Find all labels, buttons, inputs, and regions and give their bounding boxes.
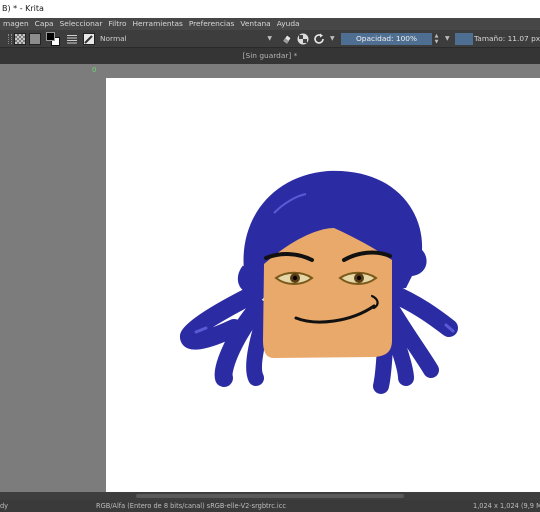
preserve-alpha-icon[interactable] bbox=[297, 33, 309, 45]
toolbar-grip[interactable] bbox=[8, 34, 12, 44]
horizontal-scrollbar[interactable] bbox=[0, 492, 540, 500]
status-ready: dy bbox=[0, 502, 9, 510]
opacity-stepper[interactable]: ▲ ▼ bbox=[433, 33, 440, 45]
foreground-color[interactable] bbox=[46, 32, 55, 41]
brush-settings-icon[interactable] bbox=[67, 34, 77, 44]
menu-herramientas[interactable]: Herramientas bbox=[130, 18, 186, 30]
drawing-canvas[interactable] bbox=[106, 78, 540, 492]
brush-toolbar: Normal ▼ ▼ Opacidad: 100% ▲ ▼ ▼ Tamaño: 1… bbox=[0, 30, 540, 48]
menu-imagen[interactable]: magen bbox=[0, 18, 32, 30]
eraser-icon[interactable] bbox=[281, 33, 292, 45]
chevron-down-icon[interactable]: ▼ bbox=[445, 33, 450, 45]
reload-preset-icon[interactable] bbox=[313, 33, 325, 45]
size-slider-fill[interactable] bbox=[455, 33, 473, 45]
document-tab[interactable]: [Sin guardar] * bbox=[0, 48, 540, 64]
opacity-slider[interactable]: Opacidad: 100% bbox=[341, 33, 432, 45]
menu-ayuda[interactable]: Ayuda bbox=[274, 18, 303, 30]
ruler-top: 0 bbox=[90, 64, 540, 76]
status-image-size: 1,024 x 1,024 (9,9 MiB) bbox=[473, 502, 540, 510]
window-title: B) * - Krita bbox=[0, 0, 540, 18]
gradient-swatch[interactable] bbox=[29, 33, 41, 45]
brush-preset-icon[interactable] bbox=[83, 33, 95, 45]
chevron-down-icon[interactable]: ▼ bbox=[330, 33, 335, 45]
character-drawing bbox=[180, 170, 458, 394]
menu-seleccionar[interactable]: Seleccionar bbox=[57, 18, 106, 30]
size-slider[interactable]: Tamaño: 11.07 px bbox=[473, 33, 540, 45]
ruler-origin-mark: 0 bbox=[92, 66, 97, 74]
chevron-down-icon: ▼ bbox=[267, 35, 272, 42]
menu-ventana[interactable]: Ventana bbox=[237, 18, 273, 30]
fg-bg-colors-icon[interactable] bbox=[46, 32, 60, 46]
scrollbar-thumb[interactable] bbox=[136, 494, 404, 498]
status-color-space[interactable]: RGB/Alfa (Entero de 8 bits/canal) sRGB-e… bbox=[96, 500, 286, 512]
pattern-swatch[interactable] bbox=[14, 33, 26, 45]
menu-capa[interactable]: Capa bbox=[32, 18, 57, 30]
blend-mode-value: Normal bbox=[100, 34, 127, 43]
blend-mode-select[interactable]: Normal ▼ bbox=[97, 33, 275, 45]
menu-filtro[interactable]: Filtro bbox=[105, 18, 129, 30]
menu-preferencias[interactable]: Preferencias bbox=[186, 18, 238, 30]
status-bar: dy RGB/Alfa (Entero de 8 bits/canal) sRG… bbox=[0, 500, 540, 512]
menu-bar: magen Capa Seleccionar Filtro Herramient… bbox=[0, 18, 540, 30]
